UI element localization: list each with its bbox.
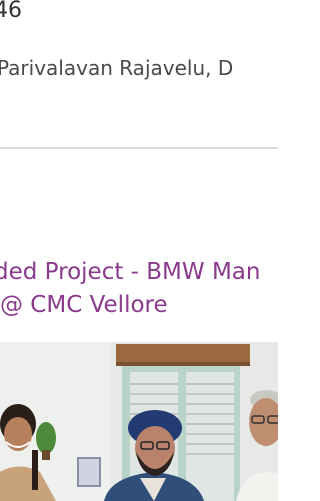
divider	[0, 147, 278, 149]
article-title-line-1: ded Project - BMW Man	[0, 259, 261, 285]
article-title-link[interactable]: ded Project - BMW Man @ CMC Vellore	[0, 256, 294, 322]
authors-line: Parivalavan Rajavelu, D	[0, 56, 234, 80]
article-title-line-2: @ CMC Vellore	[0, 292, 168, 318]
photo-image	[0, 342, 278, 501]
article-photo[interactable]	[0, 342, 278, 501]
page-number: 46	[0, 0, 22, 23]
